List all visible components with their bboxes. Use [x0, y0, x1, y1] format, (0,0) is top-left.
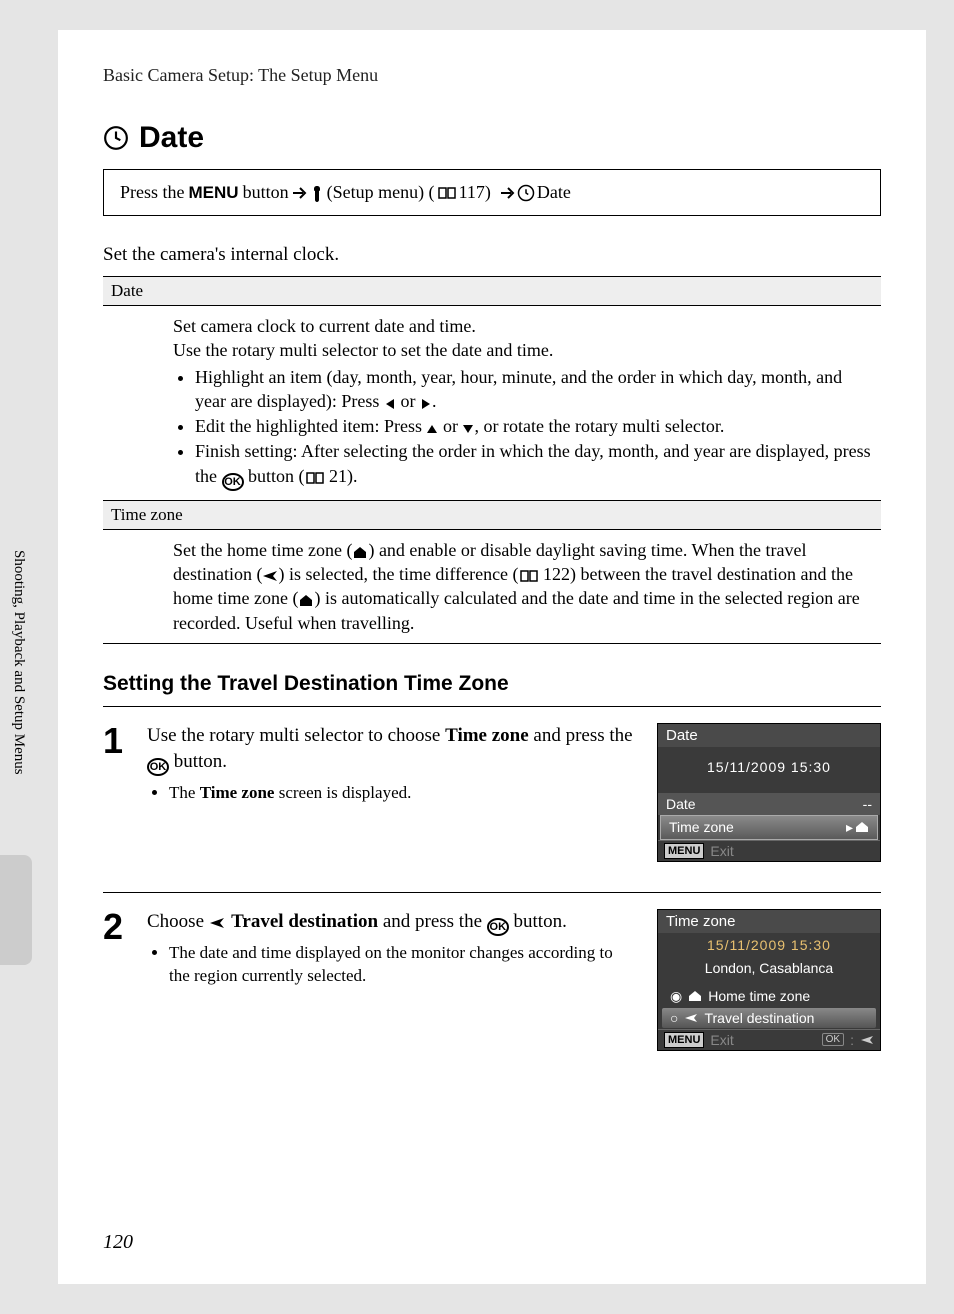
plane-icon: [262, 569, 278, 583]
body-text: Set camera clock to current date and tim…: [173, 314, 873, 338]
instruction-list: Highlight an item (day, month, year, hou…: [195, 365, 873, 491]
path-text: button: [243, 182, 289, 203]
side-tab-marker: [0, 855, 32, 965]
page-title: Date: [103, 121, 881, 155]
plane-icon: [860, 1035, 874, 1045]
lcd-footer: MENUExit OK:: [658, 1029, 880, 1050]
step-2: 2 Choose Travel destination and press th…: [103, 909, 881, 1051]
wrench-icon: [309, 184, 325, 202]
clock-icon: [517, 184, 535, 202]
home-icon: [352, 545, 368, 559]
list-item: Highlight an item (day, month, year, hou…: [195, 365, 873, 414]
triangle-up-icon: [426, 423, 438, 435]
home-icon: [688, 990, 702, 1002]
triangle-left-icon: [384, 398, 396, 410]
ok-button-icon: OK: [147, 758, 169, 776]
plane-icon: [209, 916, 227, 930]
list-item: Edit the highlighted item: Press or , or…: [195, 414, 873, 438]
list-item: The date and time displayed on the monit…: [169, 942, 633, 988]
arrow-right-icon: [499, 186, 517, 200]
lcd-row-timezone-selected: Time zone▸: [660, 815, 878, 840]
lcd-title: Date: [658, 724, 880, 747]
body-text: Use the rotary multi selector to set the…: [173, 338, 873, 362]
book-ref-icon: [437, 186, 457, 200]
divider: [103, 706, 881, 707]
chapter-heading: Basic Camera Setup: The Setup Menu: [103, 65, 881, 86]
camera-screen-2: Time zone 15/11/2009 15:30 London, Casab…: [657, 909, 881, 1051]
plane-icon: [684, 1012, 698, 1024]
book-ref-icon: [519, 569, 539, 583]
path-text: Date: [537, 182, 571, 203]
ok-button-icon: OK: [487, 918, 509, 936]
home-icon: [855, 821, 869, 833]
list-item: Finish setting: After selecting the orde…: [195, 439, 873, 490]
lcd-option-travel-selected: ○Travel destination: [662, 1008, 876, 1028]
lcd-footer: MENUExit: [658, 840, 880, 861]
book-ref-icon: [305, 471, 325, 485]
table-header: Time zone: [103, 501, 881, 530]
section-heading: Setting the Travel Destination Time Zone: [103, 672, 881, 696]
intro-text: Set the camera's internal clock.: [103, 244, 881, 266]
lcd-region: London, Casablanca: [658, 957, 880, 979]
path-text: (Setup menu) (: [327, 182, 435, 203]
title-text: Date: [139, 121, 204, 155]
side-tab-label: Shooting, Playback and Setup Menus: [0, 540, 33, 785]
triangle-down-icon: [462, 423, 474, 435]
menu-label: MENU: [664, 843, 704, 859]
step-number: 2: [103, 909, 133, 1051]
triangle-right-icon: ▸: [846, 819, 853, 836]
lcd-display: Date 15/11/2009 15:30 Date-- Time zone▸ …: [657, 723, 881, 862]
step-text: Choose Travel destination and press the …: [147, 909, 643, 1051]
lcd-option-home: ◉Home time zone: [662, 986, 876, 1007]
step-1: 1 Use the rotary multi selector to choos…: [103, 723, 881, 862]
lcd-row-date: Date--: [658, 793, 880, 815]
divider: [103, 892, 881, 893]
radio-selected-icon: ◉: [670, 988, 682, 1005]
lcd-display: Time zone 15/11/2009 15:30 London, Casab…: [657, 909, 881, 1051]
lcd-datetime: 15/11/2009 15:30: [658, 755, 880, 779]
page-number: 120: [103, 1231, 133, 1254]
table-header: Date: [103, 277, 881, 306]
lcd-title: Time zone: [658, 910, 880, 933]
home-icon: [298, 593, 314, 607]
arrow-right-icon: [291, 186, 309, 200]
path-text: Press the: [120, 182, 185, 203]
menu-label: MENU: [664, 1032, 704, 1048]
step-text: Use the rotary multi selector to choose …: [147, 723, 643, 862]
radio-unselected-icon: ○: [670, 1010, 678, 1026]
ok-button-icon: OK: [222, 473, 244, 491]
navigation-path-box: Press the MENU button (Setup menu) ( 117…: [103, 169, 881, 216]
triangle-right-icon: [420, 398, 432, 410]
ok-label: OK: [822, 1033, 844, 1046]
step-number: 1: [103, 723, 133, 862]
options-table: Date Set camera clock to current date an…: [103, 276, 881, 644]
table-cell: Set the home time zone () and enable or …: [103, 530, 881, 644]
lcd-datetime: 15/11/2009 15:30: [658, 933, 880, 957]
path-text: 117): [459, 182, 491, 203]
document-page: Basic Camera Setup: The Setup Menu Date …: [58, 30, 926, 1284]
list-item: The Time zone screen is displayed.: [169, 782, 633, 805]
table-cell: Set camera clock to current date and tim…: [103, 306, 881, 501]
clock-icon: [103, 125, 129, 151]
menu-button-label: MENU: [189, 183, 239, 203]
camera-screen-1: Date 15/11/2009 15:30 Date-- Time zone▸ …: [657, 723, 881, 862]
